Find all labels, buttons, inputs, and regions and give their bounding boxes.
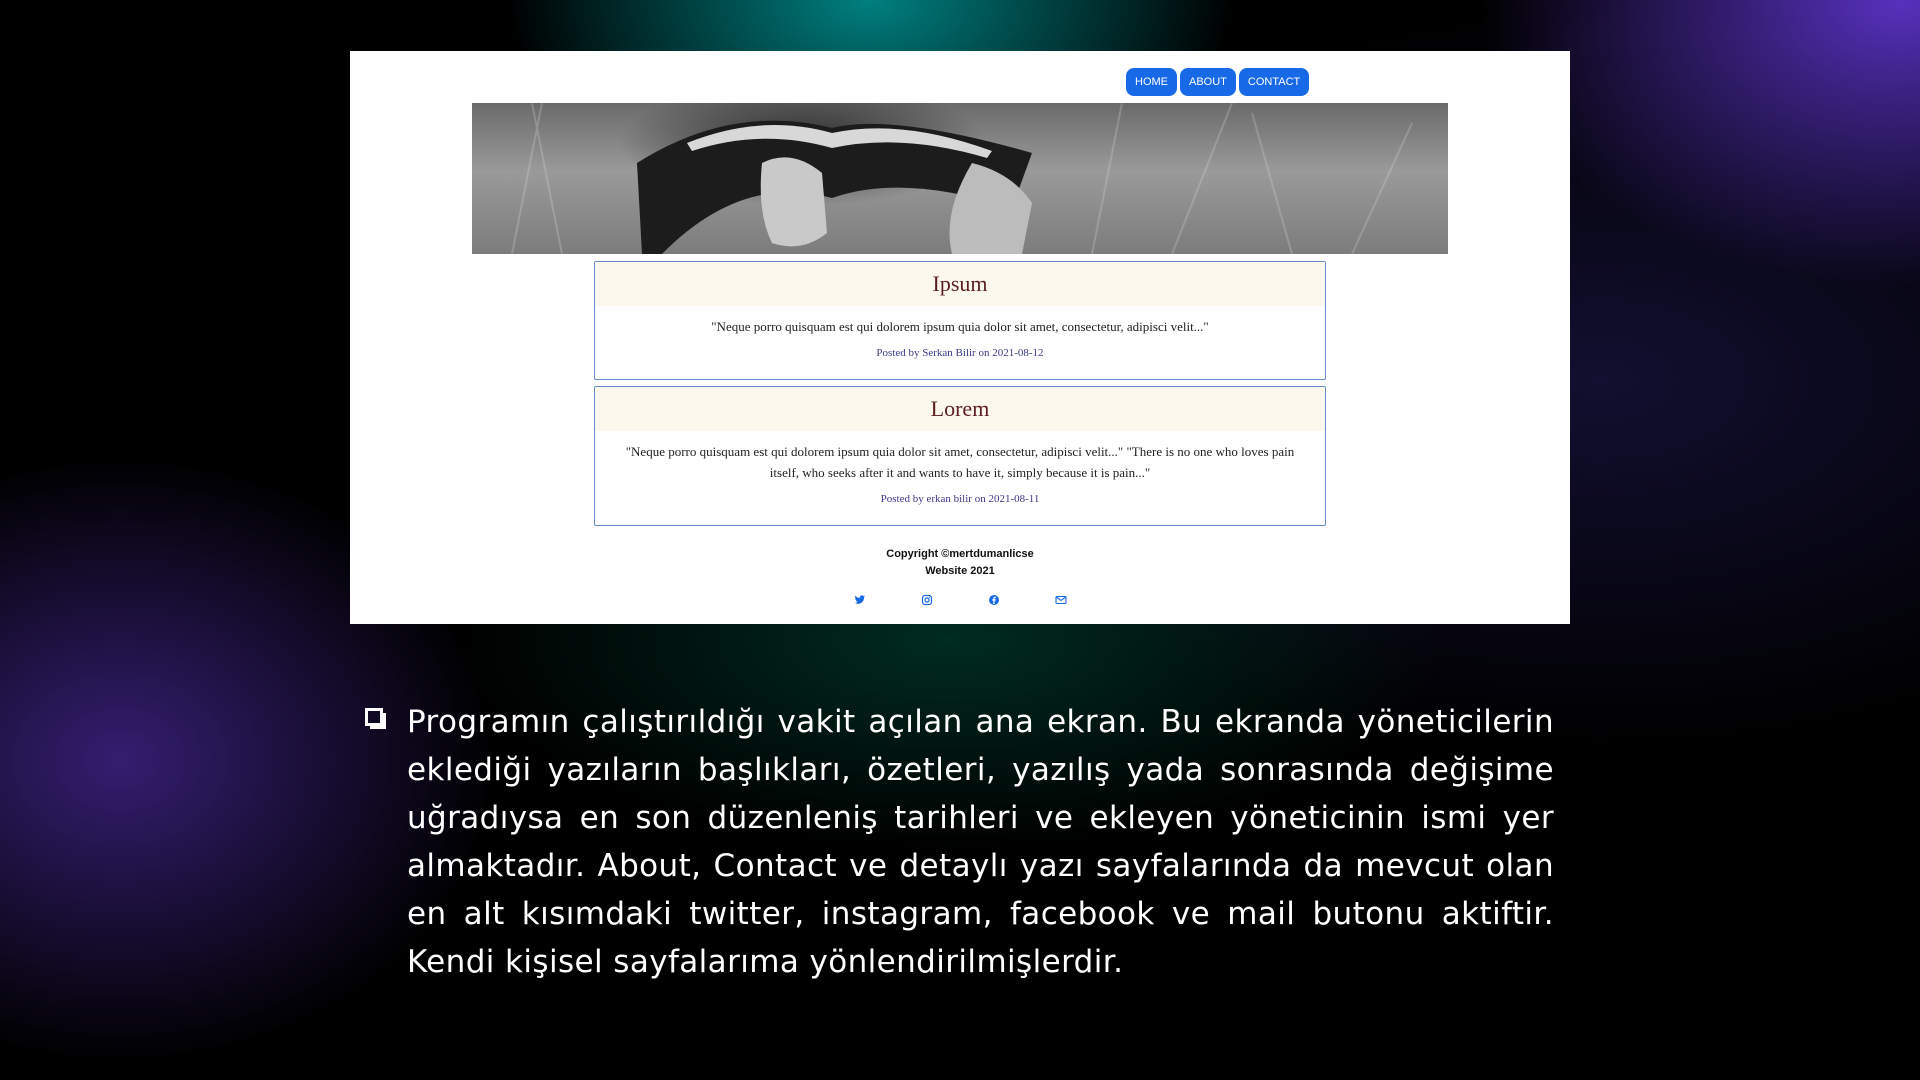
post-card[interactable]: Lorem "Neque porro quisquam est qui dolo…: [594, 386, 1326, 526]
social-links: [350, 594, 1570, 606]
website-screenshot: HOME ABOUT CONTACT Ipsum "Neque porro qu…: [350, 51, 1570, 624]
post-excerpt: "Neque porro quisquam est qui dolorem ip…: [625, 444, 1295, 480]
post-title[interactable]: Lorem: [595, 387, 1325, 431]
facebook-icon[interactable]: [988, 594, 1000, 606]
post-excerpt: "Neque porro quisquam est qui dolorem ip…: [711, 319, 1209, 334]
open-book-illustration: [511, 103, 1413, 254]
post-meta: Posted by Serkan Bilir on 2021-08-12: [876, 347, 1044, 359]
hero-image: [472, 103, 1448, 254]
nav-home-button[interactable]: HOME: [1126, 68, 1177, 96]
nav-about-button[interactable]: ABOUT: [1180, 68, 1236, 96]
twitter-icon[interactable]: [854, 594, 866, 606]
instagram-icon[interactable]: [921, 594, 933, 606]
nav-contact-button[interactable]: CONTACT: [1238, 68, 1310, 96]
mail-icon[interactable]: [1054, 594, 1067, 606]
post-meta: Posted by erkan bilir on 2021-08-11: [880, 493, 1040, 505]
copyright-text: Copyright ©mertdumanlicse: [886, 548, 1034, 560]
site-footer: Copyright ©mertdumanlicse Website 2021: [350, 546, 1570, 580]
top-nav: HOME ABOUT CONTACT: [1126, 68, 1310, 96]
footer-year-text: Website 2021: [925, 565, 995, 577]
description-text: Programın çalıştırıldığı vakit açılan an…: [407, 704, 1554, 980]
checkbox-bullet-icon: [365, 708, 383, 726]
post-card[interactable]: Ipsum "Neque porro quisquam est qui dolo…: [594, 261, 1326, 380]
post-title[interactable]: Ipsum: [595, 262, 1325, 306]
